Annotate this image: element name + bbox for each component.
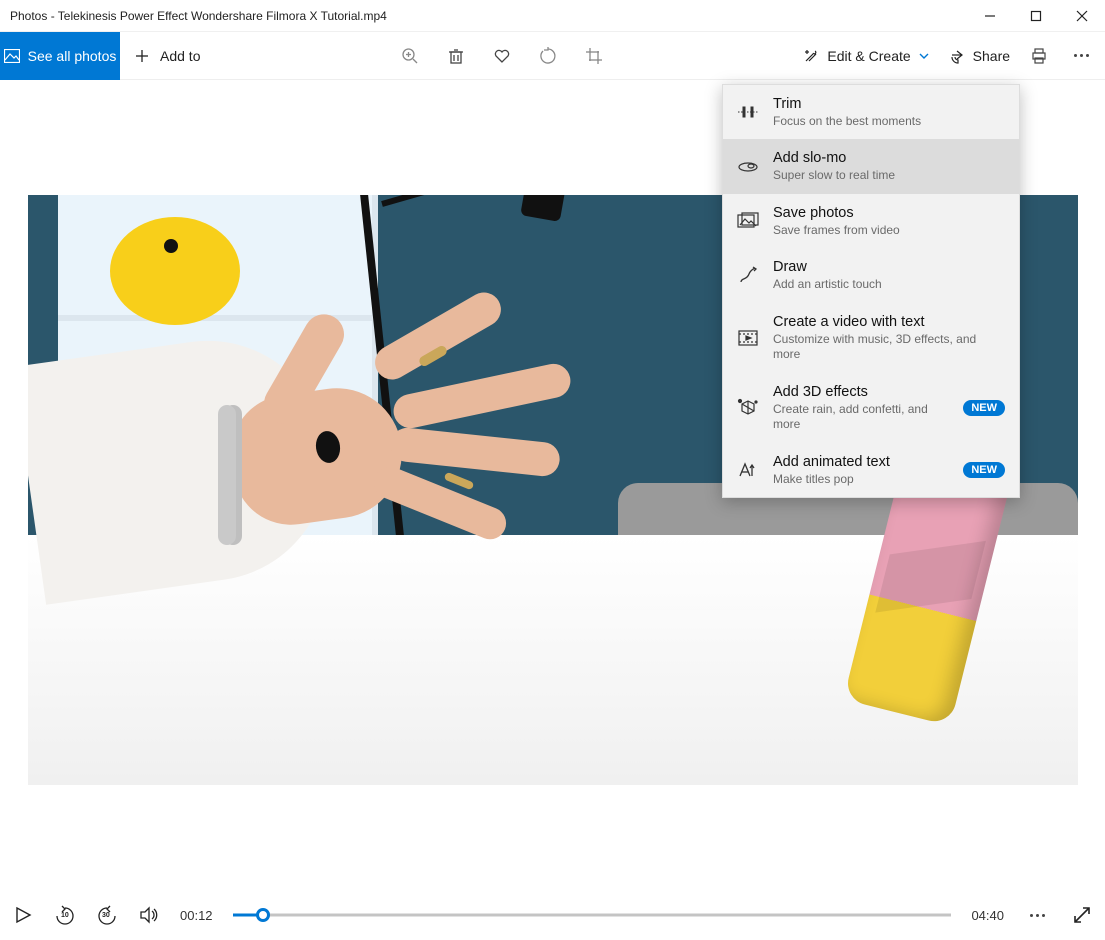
rotate-button[interactable]	[539, 47, 557, 65]
menu-item-save-photos[interactable]: Save photos Save frames from video	[723, 194, 1019, 248]
edit-create-icon	[803, 48, 819, 64]
see-all-photos-button[interactable]: See all photos	[0, 32, 120, 80]
crop-button[interactable]	[585, 47, 603, 65]
playback-more-button[interactable]	[1024, 914, 1051, 917]
more-button[interactable]	[1068, 54, 1095, 57]
menu-item-slomo[interactable]: Add slo-mo Super slow to real time	[723, 139, 1019, 193]
add-to-label: Add to	[160, 48, 200, 64]
edit-create-label: Edit & Create	[827, 48, 910, 64]
menu-item-video-text-sub: Customize with music, 3D effects, and mo…	[773, 332, 1005, 363]
center-icon-group	[401, 47, 603, 65]
menu-item-draw-title: Draw	[773, 258, 1005, 277]
menu-item-draw[interactable]: Draw Add an artistic touch	[723, 248, 1019, 302]
3d-effects-icon	[737, 397, 759, 419]
menu-item-trim-sub: Focus on the best moments	[773, 114, 1005, 130]
current-time: 00:12	[180, 908, 213, 923]
minimize-button[interactable]	[967, 0, 1013, 32]
menu-item-video-text[interactable]: Create a video with text Customize with …	[723, 303, 1019, 373]
menu-item-video-text-title: Create a video with text	[773, 313, 1005, 332]
skip-forward-seconds: 30	[102, 912, 110, 919]
play-button[interactable]	[12, 904, 34, 926]
menu-item-animated-text[interactable]: Add animated text Make titles pop NEW	[723, 443, 1019, 497]
favorite-button[interactable]	[493, 47, 511, 65]
animated-text-icon	[737, 459, 759, 481]
menu-item-3d-effects-title: Add 3D effects	[773, 383, 949, 402]
plus-icon	[134, 48, 150, 64]
share-icon	[949, 48, 965, 64]
volume-button[interactable]	[138, 904, 160, 926]
menu-item-animated-text-title: Add animated text	[773, 453, 949, 472]
close-button[interactable]	[1059, 0, 1105, 32]
slomo-icon	[737, 156, 759, 178]
zoom-button[interactable]	[401, 47, 419, 65]
see-all-photos-label: See all photos	[28, 48, 117, 64]
progress-track[interactable]	[233, 900, 952, 930]
menu-item-save-photos-title: Save photos	[773, 204, 1005, 223]
menu-item-save-photos-sub: Save frames from video	[773, 223, 1005, 239]
trim-icon	[737, 101, 759, 123]
save-photos-icon	[737, 210, 759, 232]
maximize-button[interactable]	[1013, 0, 1059, 32]
playback-bar: 10 30 00:12 04:40	[0, 890, 1105, 940]
chevron-down-icon	[919, 51, 929, 61]
skip-back-seconds: 10	[61, 912, 69, 919]
menu-item-slomo-sub: Super slow to real time	[773, 168, 1005, 184]
share-label: Share	[973, 48, 1010, 64]
menu-item-trim-title: Trim	[773, 95, 1005, 114]
delete-button[interactable]	[447, 47, 465, 65]
menu-item-trim[interactable]: Trim Focus on the best moments	[723, 85, 1019, 139]
menu-item-3d-effects[interactable]: Add 3D effects Create rain, add confetti…	[723, 373, 1019, 443]
title-bar: Photos - Telekinesis Power Effect Wonder…	[0, 0, 1105, 32]
print-button[interactable]	[1030, 47, 1048, 65]
new-badge: NEW	[963, 400, 1005, 416]
skip-forward-button[interactable]: 30	[96, 904, 118, 926]
menu-item-draw-sub: Add an artistic touch	[773, 277, 1005, 293]
video-text-icon	[737, 327, 759, 349]
edit-create-button[interactable]: Edit & Create	[803, 48, 928, 64]
share-button[interactable]: Share	[949, 48, 1010, 64]
window-title: Photos - Telekinesis Power Effect Wonder…	[0, 9, 387, 23]
menu-item-animated-text-sub: Make titles pop	[773, 472, 949, 488]
skip-back-button[interactable]: 10	[54, 904, 76, 926]
toolbar: See all photos Add to Edit & Create	[0, 32, 1105, 80]
edit-create-menu: Trim Focus on the best moments Add slo-m…	[722, 84, 1020, 498]
total-time: 04:40	[971, 908, 1004, 923]
fullscreen-button[interactable]	[1071, 904, 1093, 926]
add-to-button[interactable]: Add to	[134, 48, 200, 64]
menu-item-slomo-title: Add slo-mo	[773, 149, 1005, 168]
menu-item-3d-effects-sub: Create rain, add confetti, and more	[773, 402, 949, 433]
photos-icon	[4, 49, 20, 63]
draw-icon	[737, 265, 759, 287]
new-badge: NEW	[963, 462, 1005, 478]
right-toolbar-group: Edit & Create Share	[803, 47, 1095, 65]
